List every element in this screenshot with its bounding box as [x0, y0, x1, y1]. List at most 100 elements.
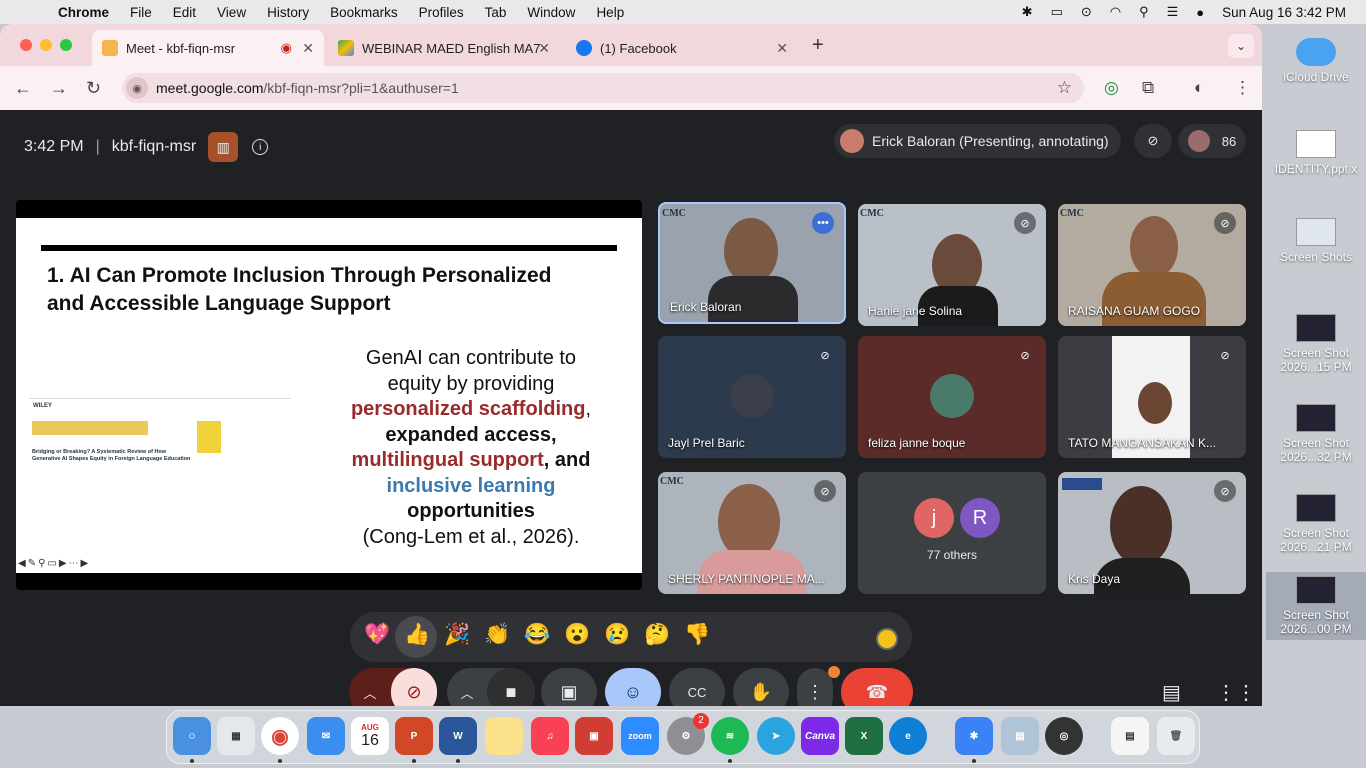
bluetooth-icon[interactable]: ✱ [955, 717, 993, 755]
participant-tile[interactable]: CMC ⊘ SHERLY PANTINOPLE MA... [658, 472, 846, 594]
menu-history[interactable]: History [267, 5, 309, 20]
close-tab-icon[interactable]: ✕ [302, 40, 314, 57]
participant-tile[interactable]: ⊘ Kris Daya [1058, 472, 1246, 594]
menu-tab[interactable]: Tab [485, 5, 507, 20]
desktop-identity-ppt[interactable]: IDENTITY.ppt x [1266, 130, 1366, 176]
menu-help[interactable]: Help [596, 5, 624, 20]
zoom-icon[interactable]: zoom [621, 717, 659, 755]
participant-tile[interactable]: CMC ⊘ RAISANA GUAM GOGO [1058, 204, 1246, 326]
reaction-laugh[interactable]: 😂 [524, 623, 550, 647]
video-options-chevron-icon[interactable]: ︿ [447, 683, 487, 702]
presentation-app-icon[interactable]: ▣ [575, 717, 613, 755]
presenter-chip[interactable]: Erick Baloran (Presenting, annotating) [834, 124, 1121, 158]
tab-webinar[interactable]: WEBINAR MAED English MA7 ✕ [328, 30, 560, 66]
excel-icon[interactable]: X [845, 717, 883, 755]
reaction-surprised[interactable]: 😮 [564, 623, 590, 647]
leave-call-button[interactable]: ☎ [841, 668, 913, 706]
participant-tile[interactable]: CMC ⊘ Hanie jane Solina [858, 204, 1046, 326]
participant-tile[interactable]: CMC ••• Erick Baloran [658, 202, 846, 324]
audio-options-chevron-icon[interactable]: ︿ [349, 683, 391, 702]
menu-window[interactable]: Window [527, 5, 575, 20]
close-window-button[interactable] [20, 39, 32, 51]
raise-hand-button[interactable]: ✋ [733, 668, 789, 706]
profile-avatar-icon[interactable]: ◐ [1194, 78, 1204, 98]
participant-tile[interactable]: ⊘ TATO MANGANSAKAN K... [1058, 336, 1246, 458]
close-tab-icon[interactable]: ✕ [538, 40, 550, 57]
trash-icon[interactable]: 🗑 [1157, 717, 1195, 755]
reaction-heart[interactable]: 💖 [364, 623, 390, 647]
desktop-screenshot-2[interactable]: Screen Shot 2026...32 PM [1266, 404, 1366, 464]
accessibility-icon[interactable]: ⊙ [1081, 4, 1092, 20]
word-icon[interactable]: W [439, 717, 477, 755]
minimize-window-button[interactable] [40, 39, 52, 51]
menu-profiles[interactable]: Profiles [419, 5, 464, 20]
presentation-stage[interactable]: 1. AI Can Promote Inclusion Through Pers… [16, 200, 642, 590]
participant-tile[interactable]: ⊘ Jayl Prel Baric [658, 336, 846, 458]
reaction-thumbs-down[interactable]: 👎 [684, 623, 710, 647]
finder-icon[interactable]: ☺ [173, 717, 211, 755]
menu-file[interactable]: File [130, 5, 152, 20]
emoji-reactions-button[interactable]: ☺ [605, 668, 661, 706]
chrome-menu-icon[interactable]: ⋮ [1234, 78, 1251, 98]
desktop-screenshot-1[interactable]: Screen Shot 2026...15 PM [1266, 314, 1366, 374]
edge-icon[interactable]: e [889, 717, 927, 755]
menubar-clock[interactable]: Sun Aug 16 3:42 PM [1222, 5, 1346, 20]
desktop-screen-shots-folder[interactable]: Screen Shots [1266, 218, 1366, 264]
people-button[interactable]: 86 [1178, 124, 1246, 158]
chat-icon[interactable]: ▤ [1162, 680, 1181, 705]
forward-arrow-icon[interactable]: → [50, 78, 68, 99]
spotify-icon[interactable]: ≋ [711, 717, 749, 755]
close-tab-icon[interactable]: ✕ [776, 40, 788, 57]
spotlight-search-icon[interactable]: ⚲ [1139, 4, 1149, 20]
powerpoint-icon[interactable]: P [395, 717, 433, 755]
activities-grid-icon[interactable]: ⋮⋮ [1216, 680, 1256, 705]
calendar-icon[interactable]: AUG 16 [351, 717, 389, 755]
others-tile[interactable]: j R 77 others [858, 472, 1046, 594]
zoom-window-button[interactable] [60, 39, 72, 51]
building-icon[interactable]: ▥ [208, 132, 239, 162]
quicktime-icon[interactable]: ◎ [1045, 717, 1083, 755]
tab-search-chevron-icon[interactable]: ⌄ [1228, 34, 1254, 58]
preview-icon[interactable]: ▤ [1001, 717, 1039, 755]
reaction-clap[interactable]: 👏 [484, 623, 510, 647]
desktop-icloud-drive[interactable]: iCloud Drive [1266, 38, 1366, 84]
slideshow-toolbar[interactable]: ◀✎⚲▭▶⋯▶ [18, 558, 90, 569]
captions-button[interactable]: CC [669, 668, 725, 706]
menu-edit[interactable]: Edit [173, 5, 196, 20]
tab-meet[interactable]: Meet - kbf-fiqn-msr ◉ ✕ [92, 30, 324, 66]
present-screen-button[interactable]: ▣ [541, 668, 597, 706]
menu-bookmarks[interactable]: Bookmarks [330, 5, 398, 20]
menu-app-chrome[interactable]: Chrome [58, 5, 109, 20]
reaction-thinking[interactable]: 🤔 [644, 623, 670, 647]
launchpad-icon[interactable]: ▦ [217, 717, 255, 755]
mic-off-button[interactable]: ⊘ [391, 668, 437, 706]
chrome-icon[interactable]: ◉ [261, 717, 299, 755]
skin-tone-picker[interactable] [876, 628, 898, 650]
menu-view[interactable]: View [217, 5, 246, 20]
reaction-party[interactable]: 🎉 [444, 623, 470, 647]
desktop-screenshot-3[interactable]: Screen Shot 2026...21 PM [1266, 494, 1366, 554]
back-arrow-icon[interactable]: ← [14, 78, 32, 99]
music-icon[interactable]: ♫ [531, 717, 569, 755]
desktop-screenshot-4[interactable]: Screen Shot 2026...00 PM [1266, 572, 1366, 640]
camera-button[interactable]: ■ [487, 668, 535, 706]
reload-icon[interactable]: ↻ [86, 78, 101, 99]
reaction-sad[interactable]: 😢 [604, 623, 630, 647]
notes-icon[interactable] [485, 717, 523, 755]
bookmark-star-icon[interactable]: ☆ [1057, 78, 1072, 98]
mail-icon[interactable]: ✉ [307, 717, 345, 755]
documents-stack-icon[interactable]: ▤ [1111, 717, 1149, 755]
telegram-icon[interactable]: ➤ [757, 717, 795, 755]
control-center-icon[interactable]: ☰ [1167, 4, 1179, 20]
canva-icon[interactable]: Canva [801, 717, 839, 755]
bluetooth-status-icon[interactable]: ✱ [1022, 4, 1033, 20]
participant-tile[interactable]: ⊘ feliza janne boque [858, 336, 1046, 458]
grammarly-extension-icon[interactable]: ◎ [1104, 78, 1119, 98]
meeting-info-icon[interactable]: i [252, 139, 269, 155]
battery-icon[interactable]: ▭ [1051, 4, 1063, 20]
reaction-thumbs-up[interactable]: 👍 [404, 623, 430, 647]
tab-facebook[interactable]: (1) Facebook ✕ [566, 30, 798, 66]
hide-self-view-icon[interactable]: ⊘ [1134, 124, 1172, 158]
wifi-icon[interactable]: ◠ [1110, 4, 1121, 20]
address-bar[interactable]: ◉ meet.google.com /kbf-fiqn-msr?pli=1&au… [122, 73, 1084, 103]
